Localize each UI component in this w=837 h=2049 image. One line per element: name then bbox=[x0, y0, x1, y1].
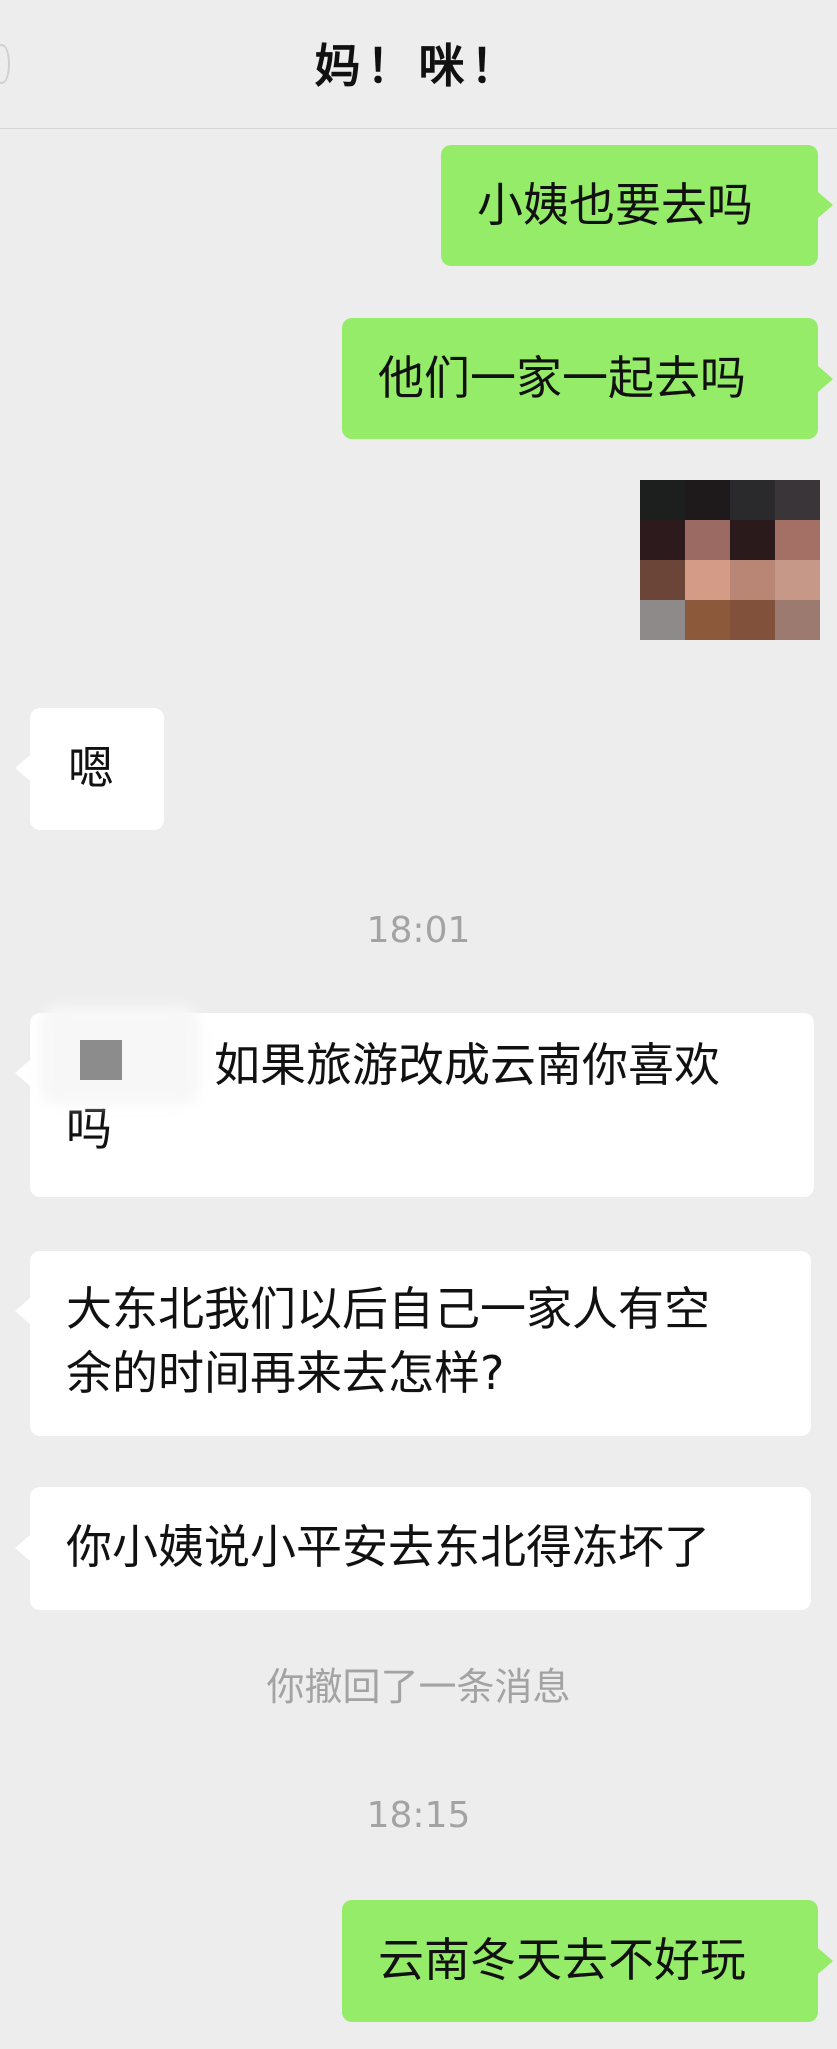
message-bubble-received[interactable]: 嗯 bbox=[30, 708, 164, 830]
photo-pixel bbox=[640, 600, 685, 640]
photo-pixel bbox=[730, 520, 775, 560]
message-bubble-sent[interactable]: 他们一家一起去吗 bbox=[342, 318, 818, 439]
bubble-tail bbox=[818, 192, 833, 218]
photo-pixel bbox=[730, 480, 775, 520]
bubble-tail bbox=[15, 1060, 30, 1086]
message-text: 你小姨说小平安去东北得冻坏了 bbox=[66, 1520, 710, 1574]
photo-pixel bbox=[685, 600, 730, 640]
photo-pixel bbox=[640, 480, 685, 520]
message-text-line: 吗 bbox=[66, 1102, 112, 1156]
chat-header: 妈！咪！ bbox=[0, 0, 837, 129]
message-bubble-received[interactable]: 大东北我们以后自己一家人有空 余的时间再来去怎样? bbox=[30, 1251, 811, 1436]
bubble-tail bbox=[818, 366, 833, 392]
message-text: 他们一家一起去吗 bbox=[378, 351, 746, 405]
photo-pixel bbox=[640, 560, 685, 600]
bubble-tail bbox=[15, 755, 30, 781]
recall-notice: 你撤回了一条消息 bbox=[266, 1665, 571, 1709]
photo-pixel bbox=[775, 600, 820, 640]
photo-pixel bbox=[685, 560, 730, 600]
photo-pixel bbox=[730, 560, 775, 600]
message-bubble-sent[interactable]: 云南冬天去不好玩 bbox=[342, 1900, 818, 2022]
sent-image-pixelated[interactable] bbox=[640, 480, 820, 640]
photo-pixel bbox=[730, 600, 775, 640]
timestamp: 18:01 bbox=[366, 910, 471, 951]
message-text: 云南冬天去不好玩 bbox=[378, 1933, 746, 1987]
photo-pixel bbox=[775, 560, 820, 600]
photo-pixel bbox=[640, 520, 685, 560]
message-bubble-sent[interactable]: 小姨也要去吗 bbox=[441, 145, 818, 266]
photo-pixel bbox=[775, 480, 820, 520]
chat-title: 妈！咪！ bbox=[314, 39, 523, 93]
message-text: 嗯 bbox=[68, 741, 114, 795]
bubble-tail bbox=[15, 1298, 30, 1324]
photo-pixel bbox=[775, 520, 820, 560]
message-text-line: 余的时间再来去怎样? bbox=[66, 1346, 505, 1400]
bubble-tail bbox=[15, 1535, 30, 1561]
timestamp: 18:15 bbox=[366, 1795, 471, 1836]
photo-pixel bbox=[685, 520, 730, 560]
photo-pixel bbox=[685, 480, 730, 520]
bubble-tail bbox=[818, 1948, 833, 1974]
message-text: 小姨也要去吗 bbox=[477, 178, 753, 232]
redaction-block bbox=[80, 1040, 122, 1080]
message-text-line: 大东北我们以后自己一家人有空 bbox=[66, 1282, 710, 1336]
message-bubble-received[interactable]: 你小姨说小平安去东北得冻坏了 bbox=[30, 1487, 811, 1610]
